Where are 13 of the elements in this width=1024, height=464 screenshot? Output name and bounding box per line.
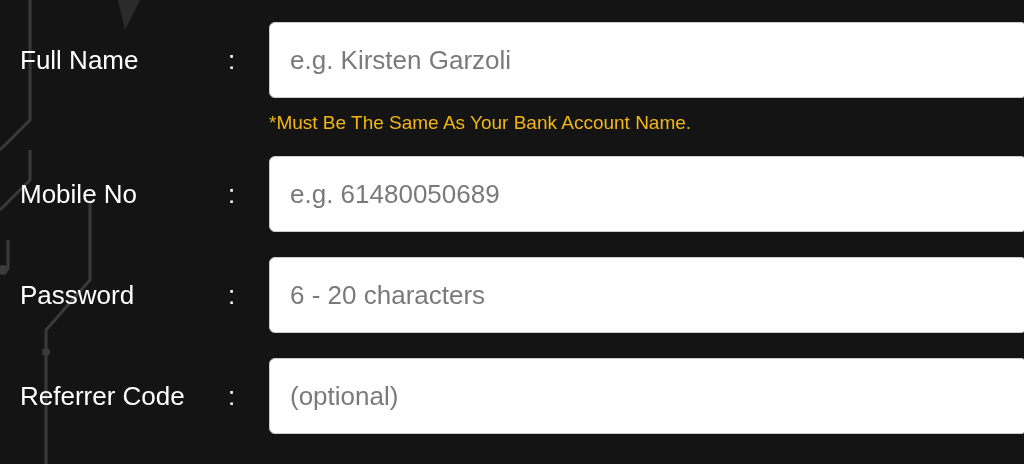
input-field[interactable]: (optional) [269, 358, 1024, 434]
colon-separator: : [228, 44, 237, 76]
input-field[interactable]: e.g. Kirsten Garzoli [269, 22, 1024, 98]
colon-separator: : [228, 178, 237, 210]
warning-note: *Must Be The Same As Your Bank Account Name. [269, 112, 692, 134]
colon-separator: : [228, 279, 237, 311]
field-label: Password [20, 279, 136, 311]
field-label: Referrer Code [20, 380, 186, 412]
field-label: Full Name [20, 44, 140, 76]
field-label: Mobile No [20, 178, 139, 210]
input-field[interactable]: 6 - 20 characters [269, 257, 1024, 333]
colon-separator: : [228, 380, 237, 412]
input-field[interactable]: e.g. 61480050689 [269, 156, 1024, 232]
